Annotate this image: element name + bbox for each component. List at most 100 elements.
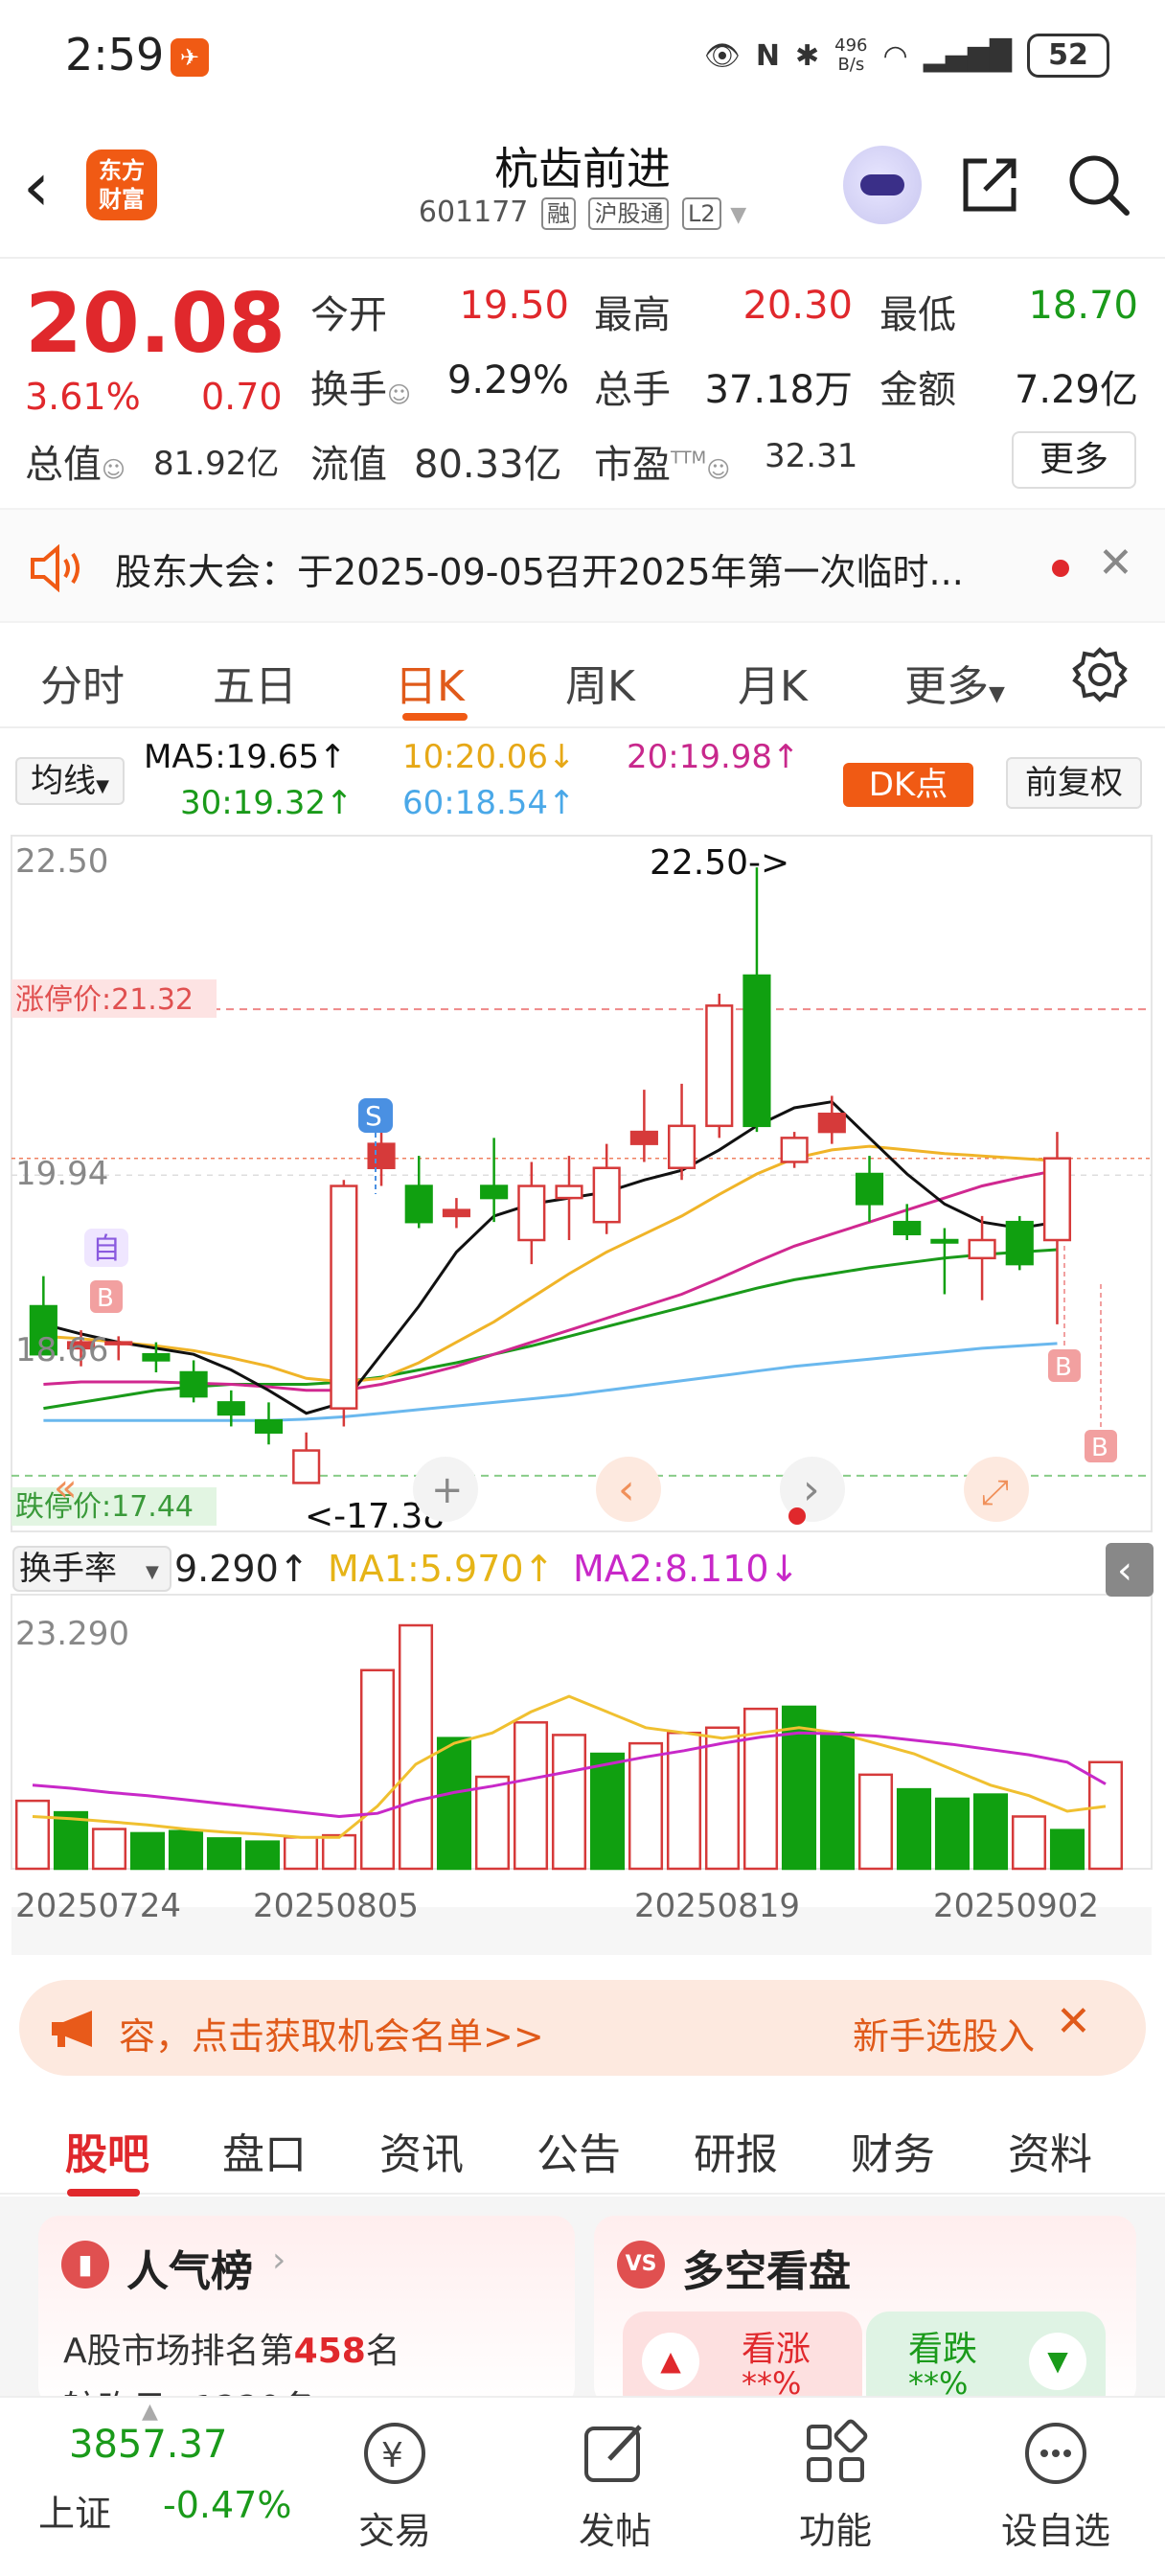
limit-up-label: 涨停价:21.32	[15, 983, 194, 1017]
mcap-value: 81.92亿	[153, 445, 280, 483]
kline-chart[interactable]: 22.50 19.94 18.66 涨停价:21.32 跌停价:17.44 22…	[0, 834, 1165, 1965]
tab-intraday[interactable]: 分时	[40, 652, 125, 713]
turnover-bar	[551, 1734, 587, 1871]
more-dots-icon[interactable]	[1017, 2415, 1094, 2492]
popularity-card[interactable]: ▮ 人气榜 › A股市场排名第458名 较昨日▲1220名	[38, 2216, 575, 2428]
tab-finance[interactable]: 财务	[851, 2120, 935, 2181]
side-collapse-tab[interactable]: ‹	[1106, 1543, 1154, 1597]
caret-up-icon: ▲	[142, 2400, 158, 2424]
functions-icon[interactable]	[797, 2415, 874, 2492]
buy-marker[interactable]: B	[90, 1280, 123, 1313]
margin-tag: 融	[540, 197, 576, 230]
pe-label[interactable]: 市盈TTM☺	[594, 433, 730, 489]
promo-banner[interactable]: 容，点击获取机会名单>> 新手选股入 ✕	[19, 1980, 1146, 2076]
turnover-label[interactable]: 换手☺	[310, 358, 411, 414]
tab-forum[interactable]: 股吧	[65, 2120, 149, 2181]
index-ticker[interactable]: ▲ 3857.37 上证 -0.47%	[0, 2398, 316, 2576]
turnover-bar	[1011, 1815, 1047, 1871]
self-select-marker[interactable]: 自	[84, 1229, 128, 1267]
ma-select[interactable]: 均线▼	[15, 757, 125, 805]
svg-text:▼: ▼	[146, 1562, 159, 1582]
x-label-2: 20250805	[253, 1887, 419, 1925]
tab-five-day[interactable]: 五日	[213, 652, 297, 713]
tab-weekly-k[interactable]: 周K	[565, 652, 635, 713]
turnover-bar	[1049, 1828, 1085, 1871]
expand-button[interactable]: ⤢	[964, 1457, 1029, 1522]
candle	[930, 1238, 959, 1244]
caret-down-icon: ▼	[730, 203, 747, 227]
candle	[442, 1208, 471, 1218]
svg-text:+: +	[431, 1468, 464, 1512]
volume-label: 总手	[594, 368, 671, 412]
ma60-value: 60:18.54↑	[402, 784, 576, 822]
amount-value: 7.29亿	[1014, 368, 1138, 412]
search-icon[interactable]	[1065, 151, 1132, 218]
candle	[517, 1184, 546, 1242]
svg-text:B: B	[1055, 1353, 1072, 1382]
tab-more[interactable]: 更多▼	[904, 652, 1005, 713]
gear-icon[interactable]	[1071, 646, 1129, 703]
share-icon[interactable]	[958, 153, 1021, 217]
adjust-select[interactable]: 前复权	[1006, 757, 1142, 809]
unread-dot	[1052, 560, 1069, 577]
candle	[817, 1113, 846, 1134]
prev-button[interactable]: ‹	[596, 1457, 661, 1522]
rank-line: A股市场排名第458名	[63, 2332, 400, 2371]
nav-add-watchlist[interactable]: 设自选	[979, 2501, 1132, 2554]
tab-daily-k[interactable]: 日K	[395, 652, 465, 713]
quote-panel: 20.08 3.61% 0.70 今开 19.50 最高 20.30 最低 18…	[0, 261, 1165, 500]
zoom-in-button[interactable]: +	[413, 1457, 478, 1522]
candle	[629, 1130, 658, 1145]
chart-left-control[interactable]: «	[54, 1466, 77, 1510]
candle	[968, 1238, 996, 1260]
nav-trade[interactable]: 交易	[318, 2501, 471, 2554]
mcap-label[interactable]: 总值☺	[25, 433, 126, 489]
post-icon[interactable]	[577, 2415, 653, 2492]
notice-text: 股东大会：于2025-09-05召开2025年第一次临时...	[115, 551, 964, 593]
svg-text:⤢: ⤢	[981, 1473, 1009, 1512]
wifi-icon: ◠	[882, 38, 908, 73]
candle	[330, 1184, 358, 1410]
sell-marker[interactable]: S	[358, 1098, 393, 1133]
ai-assistant-icon[interactable]	[843, 146, 922, 224]
vs-icon: VS	[617, 2241, 665, 2288]
low-value: 18.70	[1028, 284, 1138, 328]
turnover-ma2: MA2:8.110↓	[573, 1548, 799, 1590]
turnover-bar	[321, 1833, 357, 1871]
tab-announcements[interactable]: 公告	[537, 2120, 621, 2181]
tab-monthly-k[interactable]: 月K	[738, 652, 808, 713]
banner-right-text: 新手选股入	[853, 2015, 1036, 2058]
stock-header: ‹ 东方 财富 杭齿前进 601177 融 沪股通 L2 ▼	[0, 115, 1165, 259]
svg-text:换手率: 换手率	[19, 1550, 117, 1588]
trade-icon[interactable]: ¥	[356, 2415, 433, 2492]
bull-bear-card[interactable]: VS 多空看盘 ▲ 看涨 **% 看跌 **% ▼	[594, 2216, 1136, 2417]
nav-post[interactable]: 发帖	[538, 2501, 692, 2554]
close-icon[interactable]: ✕	[1098, 539, 1133, 587]
high-label: 最高	[594, 293, 671, 337]
close-icon[interactable]: ✕	[1056, 1997, 1091, 2046]
info-icon: ☺	[102, 456, 126, 483]
current-position-dot	[788, 1507, 806, 1525]
tab-research[interactable]: 研报	[694, 2120, 778, 2181]
candle	[855, 1172, 884, 1206]
y-axis-mid: 19.94	[15, 1155, 108, 1193]
notice-bar[interactable]: 股东大会：于2025-09-05召开2025年第一次临时... ✕	[0, 508, 1165, 623]
content-tabs: 股吧 盘口 资讯 公告 研报 财务 资料	[0, 2089, 1165, 2196]
tab-orderbook[interactable]: 盘口	[222, 2120, 307, 2181]
tab-profile[interactable]: 资料	[1008, 2120, 1092, 2181]
more-button[interactable]: 更多	[1012, 431, 1136, 489]
tab-news[interactable]: 资讯	[379, 2120, 464, 2181]
nav-functions[interactable]: 功能	[759, 2501, 912, 2554]
popularity-title: 人气榜	[126, 2247, 253, 2296]
dk-point-button[interactable]: DK点	[843, 763, 973, 807]
buy-marker[interactable]: B	[1085, 1430, 1117, 1462]
svg-text:B: B	[97, 1284, 114, 1313]
candle	[217, 1401, 245, 1416]
candle	[480, 1184, 509, 1200]
buy-marker[interactable]: B	[1048, 1349, 1081, 1382]
ma30-value: 30:19.32↑	[180, 784, 354, 822]
turnover-select[interactable]: 换手率 ▼	[12, 1546, 171, 1592]
turnover-bar	[206, 1837, 242, 1871]
volume-y-top: 23.290	[15, 1615, 129, 1653]
app-notification-icon: ✈	[171, 38, 209, 77]
